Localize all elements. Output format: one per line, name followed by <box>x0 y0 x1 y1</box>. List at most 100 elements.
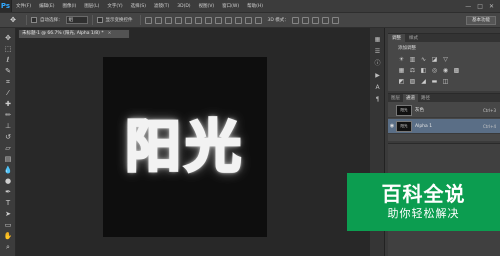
levels-icon[interactable]: ▥ <box>409 56 416 63</box>
history-panel-icon[interactable]: ▦ <box>373 36 382 43</box>
menu-select[interactable]: 选择(S) <box>127 3 150 9</box>
eye-icon[interactable]: ◉ <box>388 123 396 129</box>
distribute-center-icon[interactable] <box>244 16 252 24</box>
menu-3d[interactable]: 3D(D) <box>173 4 194 9</box>
distribute-left-icon[interactable] <box>234 16 242 24</box>
channel-name: Alpha 1 <box>415 123 433 129</box>
app-logo: Ps <box>0 0 12 12</box>
tab-adjustments[interactable]: 调整 <box>388 34 405 42</box>
align-middle-icon[interactable] <box>154 16 162 24</box>
drag-3d-icon[interactable] <box>311 16 319 24</box>
scale-3d-icon[interactable] <box>331 16 339 24</box>
align-right-icon[interactable] <box>194 16 202 24</box>
align-top-icon[interactable] <box>144 16 152 24</box>
menu-filter[interactable]: 滤镜(T) <box>150 3 173 9</box>
menu-layer[interactable]: 图层(L) <box>80 3 103 9</box>
minimize-button[interactable]: — <box>465 3 471 10</box>
dodge-tool-icon[interactable]: ● <box>3 177 13 185</box>
canvas-glow-text: 阳光 <box>124 114 245 182</box>
mode-3d-label: 3D 模式： <box>267 18 289 23</box>
canvas[interactable]: 阳光 <box>103 57 267 237</box>
rotate-3d-icon[interactable] <box>291 16 299 24</box>
channel-mixer-icon[interactable]: ◉ <box>442 67 449 74</box>
menu-help[interactable]: 帮助(H) <box>243 3 267 9</box>
actions-panel-icon[interactable]: ▶ <box>373 72 382 79</box>
menu-view[interactable]: 视图(V) <box>195 3 219 9</box>
invert-icon[interactable]: ◩ <box>398 78 405 85</box>
channel-row-selected[interactable]: ◉ 阳光 Alpha 1 Ctrl+4 <box>388 119 500 134</box>
marquee-tool-icon[interactable]: ⬚ <box>3 45 13 53</box>
close-tab-icon[interactable]: × <box>108 31 112 36</box>
auto-select-dropdown[interactable]: 组 <box>65 16 88 24</box>
close-button[interactable]: ✕ <box>489 3 494 10</box>
threshold-icon[interactable]: ◢ <box>420 78 427 85</box>
watermark-title: 百科全说 <box>381 182 466 206</box>
type-tool-icon[interactable]: T <box>3 199 13 207</box>
align-left-icon[interactable] <box>174 16 182 24</box>
color-lookup-icon[interactable]: ▩ <box>453 67 460 74</box>
hue-saturation-icon[interactable]: ▦ <box>398 67 405 74</box>
path-select-tool-icon[interactable]: ➤ <box>3 210 13 218</box>
align-bottom-icon[interactable] <box>164 16 172 24</box>
clone-stamp-tool-icon[interactable]: ⊥ <box>3 122 13 130</box>
show-transform-checkbox[interactable] <box>96 17 103 23</box>
photo-filter-icon[interactable]: ◎ <box>431 67 438 74</box>
channel-row[interactable]: 阳光 灰色 Ctrl+3 <box>388 103 500 118</box>
healing-brush-tool-icon[interactable]: ✚ <box>3 100 13 108</box>
roll-3d-icon[interactable] <box>301 16 309 24</box>
info-panel-icon[interactable]: ⓘ <box>373 60 382 67</box>
menu-image[interactable]: 图像(I) <box>58 3 80 9</box>
tab-channels[interactable]: 通道 <box>403 94 418 102</box>
brush-tool-icon[interactable]: ✏ <box>3 111 13 119</box>
maximize-button[interactable]: □ <box>477 3 483 10</box>
menu-window[interactable]: 窗口(W) <box>218 3 243 9</box>
adjustments-row-2: ▦ ⚖ ◧ ◎ ◉ ▩ <box>398 67 460 74</box>
tools-panel: ✥ ⬚ ℓ ✎ ⌗ ⁄ ✚ ✏ ⊥ ↺ ▱ ▤ 💧 ● ✒ T ➤ ▭ ✋ ⌕ <box>0 28 16 256</box>
tab-styles[interactable]: 样式 <box>405 34 422 42</box>
history-brush-tool-icon[interactable]: ↺ <box>3 133 13 141</box>
posterize-icon[interactable]: ▨ <box>409 78 416 85</box>
menu-file[interactable]: 文件(F) <box>12 3 35 9</box>
document-tab[interactable]: 未标题-1 @ 66.7% (阳光, Alpha 1/8) * × <box>18 29 130 38</box>
properties-panel-icon[interactable]: ☰ <box>373 48 382 55</box>
blur-tool-icon[interactable]: 💧 <box>3 166 13 174</box>
adjustments-row-1: ☀ ▥ ∿ ◪ ▽ <box>398 56 449 63</box>
selective-color-icon[interactable]: ◫ <box>442 78 449 85</box>
gradient-tool-icon[interactable]: ▤ <box>3 155 13 163</box>
distribute-top-icon[interactable] <box>204 16 212 24</box>
menu-edit[interactable]: 编辑(E) <box>35 3 58 9</box>
eyedropper-tool-icon[interactable]: ⁄ <box>3 89 13 97</box>
tab-layers[interactable]: 图层 <box>388 94 403 102</box>
auto-select-checkbox[interactable] <box>31 17 37 23</box>
exposure-icon[interactable]: ◪ <box>431 56 438 63</box>
workspace-switcher[interactable]: 基本功能 <box>466 15 496 25</box>
move-tool-icon[interactable]: ✥ <box>3 34 13 42</box>
lasso-tool-icon[interactable]: ℓ <box>3 56 13 64</box>
black-white-icon[interactable]: ◧ <box>420 67 427 74</box>
tab-paths[interactable]: 路径 <box>418 94 433 102</box>
distribute-right-icon[interactable] <box>254 16 262 24</box>
hand-tool-icon[interactable]: ✋ <box>3 232 13 240</box>
brightness-icon[interactable]: ☀ <box>398 56 405 63</box>
vibrance-icon[interactable]: ▽ <box>442 56 449 63</box>
distribute-middle-icon[interactable] <box>214 16 222 24</box>
channel-thumbnail: 阳光 <box>396 104 412 116</box>
distribute-bottom-icon[interactable] <box>224 16 232 24</box>
align-center-icon[interactable] <box>184 16 192 24</box>
slide-3d-icon[interactable] <box>321 16 329 24</box>
crop-tool-icon[interactable]: ⌗ <box>3 78 13 86</box>
eraser-tool-icon[interactable]: ▱ <box>3 144 13 152</box>
quick-select-tool-icon[interactable]: ✎ <box>3 67 13 75</box>
character-panel-icon[interactable]: A <box>373 84 382 91</box>
curves-icon[interactable]: ∿ <box>420 56 427 63</box>
move-tool-icon[interactable]: ✥ <box>4 13 22 27</box>
channels-tabs: 图层 通道 路径 <box>388 94 500 102</box>
color-balance-icon[interactable]: ⚖ <box>409 67 416 74</box>
gradient-map-icon[interactable]: ▬ <box>431 78 438 85</box>
pen-tool-icon[interactable]: ✒ <box>3 188 13 196</box>
menu-type[interactable]: 文字(Y) <box>103 3 126 9</box>
zoom-tool-icon[interactable]: ⌕ <box>3 243 13 251</box>
paragraph-panel-icon[interactable]: ¶ <box>373 96 382 103</box>
shape-tool-icon[interactable]: ▭ <box>3 221 13 229</box>
channel-thumbnail: 阳光 <box>396 120 412 132</box>
